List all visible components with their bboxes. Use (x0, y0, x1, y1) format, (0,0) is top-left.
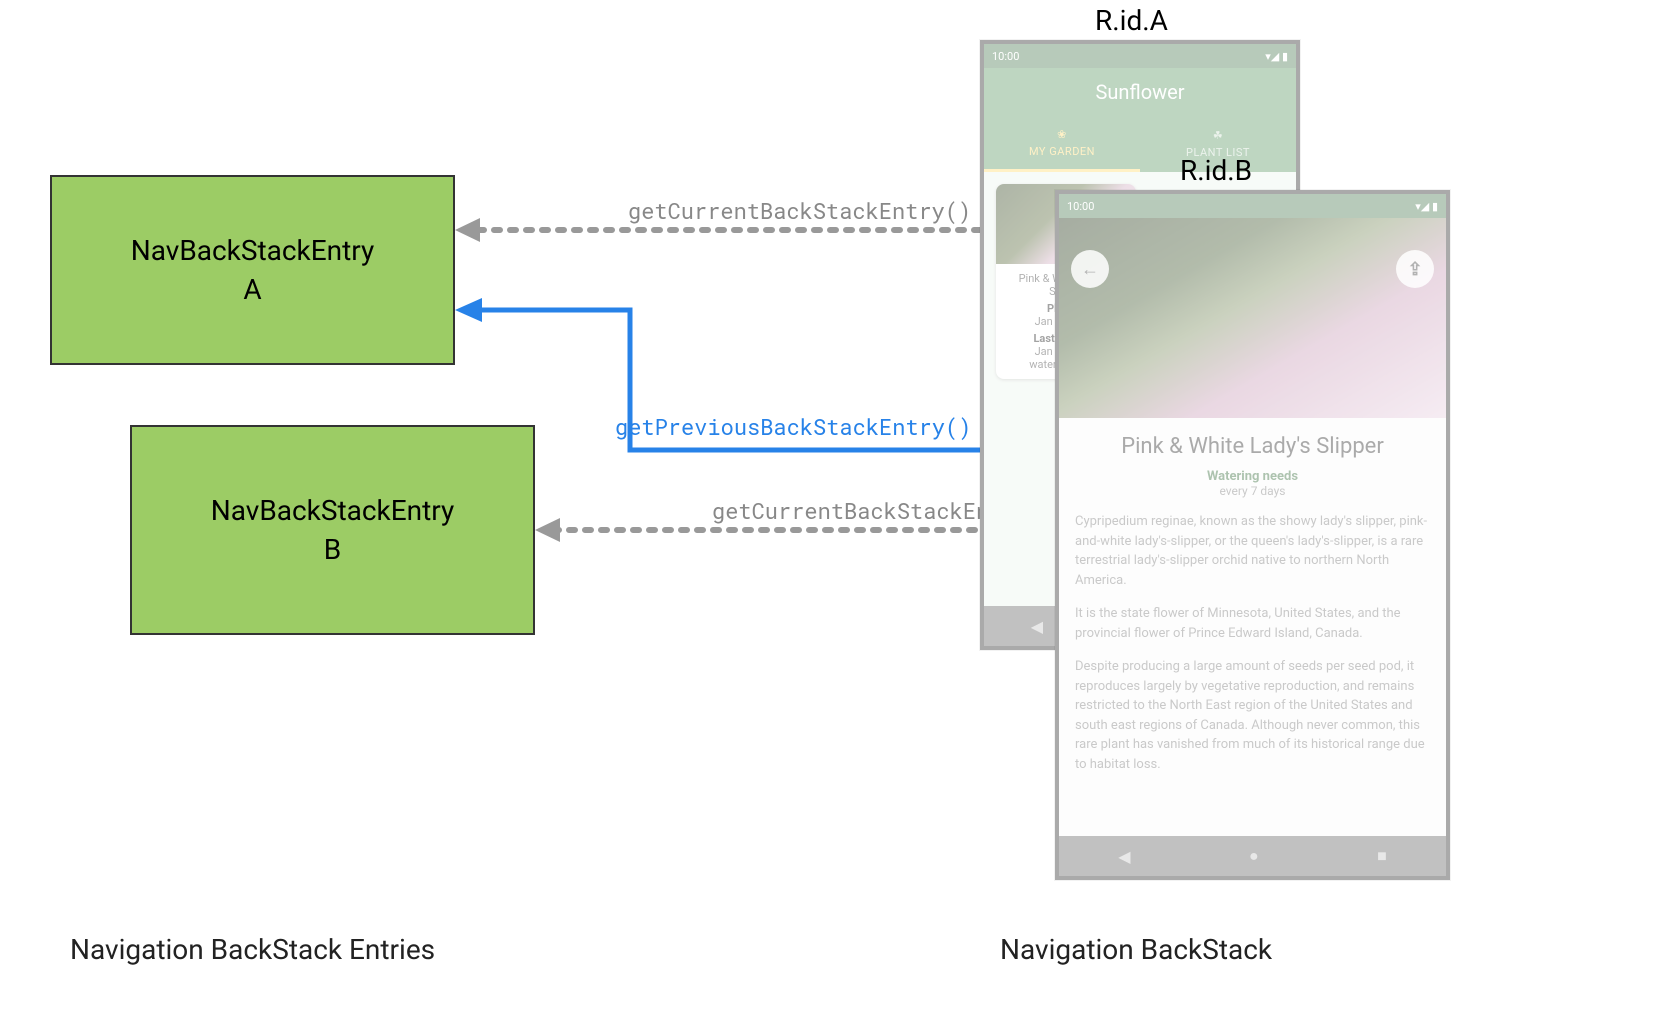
watering-sub: every 7 days (1075, 484, 1430, 498)
footer-right: Navigation BackStack (1000, 933, 1272, 966)
entry-a-line2: A (243, 270, 261, 309)
share-icon: ⇪ (1407, 259, 1422, 280)
desc-p1: Cypripedium reginae, known as the showy … (1075, 512, 1430, 590)
plant-title: Pink & White Lady's Slipper (1075, 434, 1430, 459)
app-title-a: Sunflower (984, 68, 1296, 116)
tab1-label: MY GARDEN (1029, 145, 1095, 158)
label-getcurrent-a: getCurrentBackStackEntry() (628, 196, 971, 225)
nav-back-icon[interactable]: ◀ (1031, 617, 1043, 636)
rid-a-label: R.id.A (1095, 4, 1168, 37)
phone-mockup-b: 10:00 ▾◢ ▮ ← ⇪ Pink & White Lady's Slipp… (1055, 190, 1450, 880)
status-time-a: 10:00 (992, 50, 1019, 63)
status-bar-b: 10:00 ▾◢ ▮ (1059, 194, 1446, 218)
flower-icon: ❀ (1057, 128, 1067, 141)
nav-home-icon-b[interactable]: ● (1249, 846, 1259, 866)
entry-b-line1: NavBackStackEntry (211, 491, 454, 530)
nav-recent-icon-b[interactable]: ■ (1377, 846, 1387, 866)
navbackstackentry-b-box: NavBackStackEntry B (130, 425, 535, 635)
leaf-icon: ☘ (1213, 129, 1223, 142)
footer-left: Navigation BackStack Entries (70, 933, 435, 966)
detail-body: Pink & White Lady's Slipper Watering nee… (1059, 418, 1446, 878)
status-bar-a: 10:00 ▾◢ ▮ (984, 44, 1296, 68)
navbackstackentry-a-box: NavBackStackEntry A (50, 175, 455, 365)
label-getprevious: getPreviousBackStackEntry() (615, 412, 971, 441)
back-button[interactable]: ← (1071, 250, 1109, 288)
share-button[interactable]: ⇪ (1396, 250, 1434, 288)
status-icons-a: ▾◢ ▮ (1265, 50, 1288, 63)
desc-p2: It is the state flower of Minnesota, Uni… (1075, 604, 1430, 643)
status-icons-b: ▾◢ ▮ (1415, 200, 1438, 213)
nav-back-icon-b[interactable]: ◀ (1118, 847, 1130, 866)
watering-label: Watering needs (1075, 469, 1430, 484)
arrow-left-icon: ← (1081, 259, 1099, 280)
rid-b-label: R.id.B (1180, 154, 1252, 187)
entry-a-line1: NavBackStackEntry (131, 231, 374, 270)
status-time-b: 10:00 (1067, 200, 1094, 213)
tab-mygarden[interactable]: ❀ MY GARDEN (984, 116, 1140, 172)
entry-b-line2: B (324, 530, 341, 569)
desc-p3: Despite producing a large amount of seed… (1075, 657, 1430, 774)
plant-hero-image: ← ⇪ (1059, 218, 1446, 418)
android-nav-bar-b: ◀ ● ■ (1059, 836, 1446, 876)
